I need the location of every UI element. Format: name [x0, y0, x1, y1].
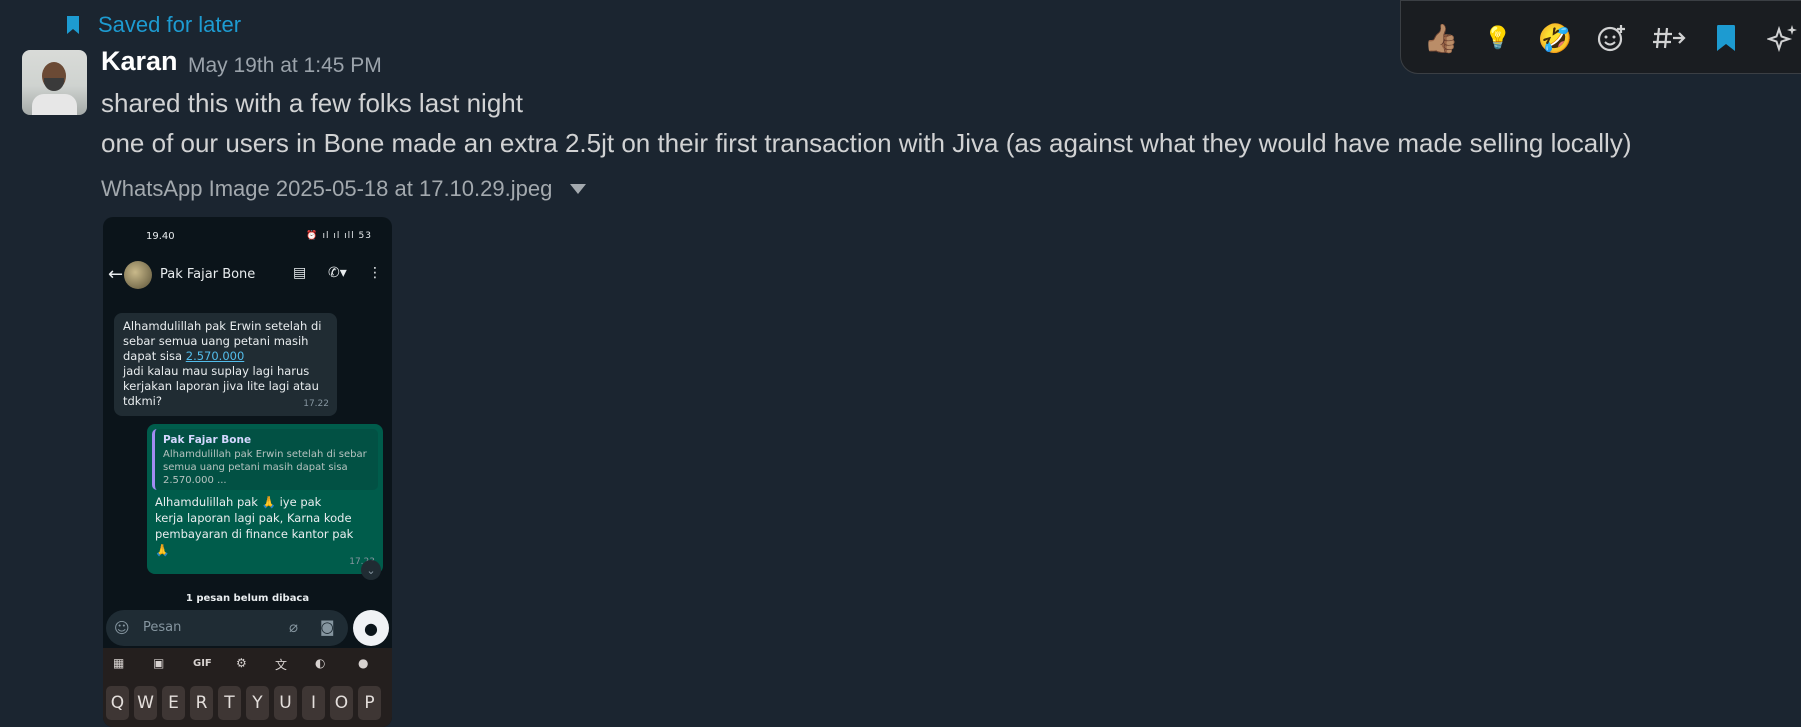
- key: U: [274, 686, 297, 720]
- keyboard-mic-icon: ●: [358, 656, 369, 670]
- phone-clock: 19.40: [146, 231, 175, 242]
- wa-quote-text: Alhamdulillah pak Erwin setelah di sebar…: [163, 449, 367, 486]
- wa-message-input: ☺ Pesan ⌀ ◙: [106, 610, 348, 646]
- wa-message-line: Alhamdulillah pak 🙏 iye pak: [155, 495, 322, 509]
- author-name[interactable]: Karan: [101, 46, 178, 77]
- apps-grid-icon: ▦: [113, 656, 125, 670]
- contact-name: Pak Fajar Bone: [160, 267, 256, 282]
- hash-arrow-icon: [1653, 27, 1686, 49]
- lightbulb-icon: 💡: [1484, 25, 1512, 50]
- wa-message-line: tdkmi?: [123, 394, 162, 408]
- wa-input-placeholder: Pesan: [143, 620, 182, 635]
- saved-label: Saved for later: [98, 12, 242, 37]
- wa-message-line: dapat sisa 2.570.000: [123, 349, 328, 364]
- wa-quote-author: Pak Fajar Bone: [163, 434, 252, 446]
- wa-message-line: 🙏: [155, 543, 170, 557]
- camera-icon: ◙: [320, 618, 335, 636]
- key: R: [190, 686, 213, 720]
- translate-icon: 文: [275, 658, 288, 672]
- scroll-down-icon: ⌄: [361, 560, 381, 580]
- thumbs-up-icon: 👍🏽: [1423, 22, 1459, 54]
- wa-message-line: jadi kalau mau suplay lagi harus: [123, 364, 310, 378]
- add-reaction-icon: [1597, 25, 1625, 52]
- wa-message-line: sebar semua uang petani masih: [123, 334, 309, 348]
- wa-message-text: dapat sisa: [123, 349, 186, 363]
- attachment-image-preview[interactable]: 19.40 ⏰ ıl ıl ıll 53 ← Pak Fajar Bone ▤ …: [103, 217, 392, 727]
- reply-in-channel-button[interactable]: [1647, 16, 1691, 60]
- bookmark-icon: [67, 16, 79, 34]
- ai-actions-button[interactable]: [1761, 16, 1801, 60]
- key: W: [134, 686, 157, 720]
- wa-chat-header: ← Pak Fajar Bone ▤ ✆▾ ⋮: [103, 255, 392, 293]
- message-actions-toolbar: 👍🏽 💡 🤣: [1400, 0, 1801, 74]
- author-avatar[interactable]: [22, 50, 87, 115]
- keyboard-row: Q W E R T Y U I O P: [103, 680, 392, 727]
- message-line: one of our users in Bone made an extra 2…: [101, 128, 1632, 158]
- wa-incoming-message: Alhamdulillah pak Erwin setelah di sebar…: [114, 313, 337, 416]
- mic-icon: ●: [353, 610, 389, 646]
- saved-for-later-row: Saved for later: [66, 12, 241, 38]
- caret-down-icon[interactable]: [570, 184, 587, 194]
- wa-message-line: kerja laporan lagi pak, Karna kode: [155, 511, 352, 525]
- paperclip-icon: ⌀: [289, 618, 299, 636]
- attachment-header[interactable]: WhatsApp Image 2025-05-18 at 17.10.29.jp…: [101, 176, 587, 202]
- add-reaction-button[interactable]: [1590, 16, 1634, 60]
- phone-icon: ✆▾: [328, 265, 347, 281]
- message-timestamp[interactable]: May 19th at 1:45 PM: [188, 54, 382, 78]
- attachment-filename[interactable]: WhatsApp Image 2025-05-18 at 17.10.29.jp…: [101, 176, 552, 202]
- wa-message-time: 17.22: [303, 399, 329, 409]
- wa-message-line: kerjakan laporan jiva lite lagi atau: [123, 379, 319, 393]
- sticker-board-icon: ▣: [153, 656, 165, 670]
- lightbulb-reaction-button[interactable]: 💡: [1476, 16, 1520, 60]
- key: I: [302, 686, 325, 720]
- back-arrow-icon: ←: [108, 264, 124, 285]
- gif-key: GIF: [193, 658, 212, 669]
- phone-status-bar: 19.40 ⏰ ıl ıl ıll 53: [103, 217, 392, 257]
- wa-quoted-message: Pak Fajar Bone Alhamdulillah pak Erwin s…: [152, 429, 378, 490]
- wa-outgoing-message: Pak Fajar Bone Alhamdulillah pak Erwin s…: [147, 424, 383, 574]
- phone-status-icons: ⏰ ıl ıl ıll 53: [306, 231, 372, 241]
- settings-gear-icon: ⚙: [236, 656, 247, 670]
- contact-avatar: [124, 261, 152, 289]
- key: O: [330, 686, 353, 720]
- rofl-reaction-button[interactable]: 🤣: [1533, 16, 1577, 60]
- rofl-icon: 🤣: [1537, 22, 1573, 54]
- message-line: shared this with a few folks last night: [101, 88, 523, 118]
- key: T: [218, 686, 241, 720]
- bookmark-filled-icon: [1717, 25, 1735, 51]
- wa-input-row: ☺ Pesan ⌀ ◙ ●: [106, 605, 389, 649]
- more-vertical-icon: ⋮: [368, 265, 382, 281]
- sparkle-icon: [1767, 25, 1797, 53]
- thumbs-up-reaction-button[interactable]: 👍🏽: [1419, 16, 1463, 60]
- key: Q: [106, 686, 129, 720]
- key: E: [162, 686, 185, 720]
- sticker-icon: ☺: [114, 619, 130, 637]
- key: Y: [246, 686, 269, 720]
- wa-message-line: pembayaran di finance kantor pak: [155, 527, 354, 541]
- store-icon: ▤: [293, 265, 307, 281]
- wa-message-line: Alhamdulillah pak Erwin setelah di: [123, 319, 322, 333]
- keyboard-toolbar: ▦ ▣ GIF ⚙ 文 ◐ ●: [103, 648, 392, 680]
- bookmark-button[interactable]: [1704, 16, 1748, 60]
- key: P: [358, 686, 381, 720]
- wa-unread-divider: 1 pesan belum dibaca: [185, 593, 310, 604]
- wa-reply-text: Alhamdulillah pak 🙏 iye pak kerja lapora…: [155, 494, 375, 558]
- palette-icon: ◐: [315, 656, 326, 670]
- wa-amount-link: 2.570.000: [185, 349, 245, 363]
